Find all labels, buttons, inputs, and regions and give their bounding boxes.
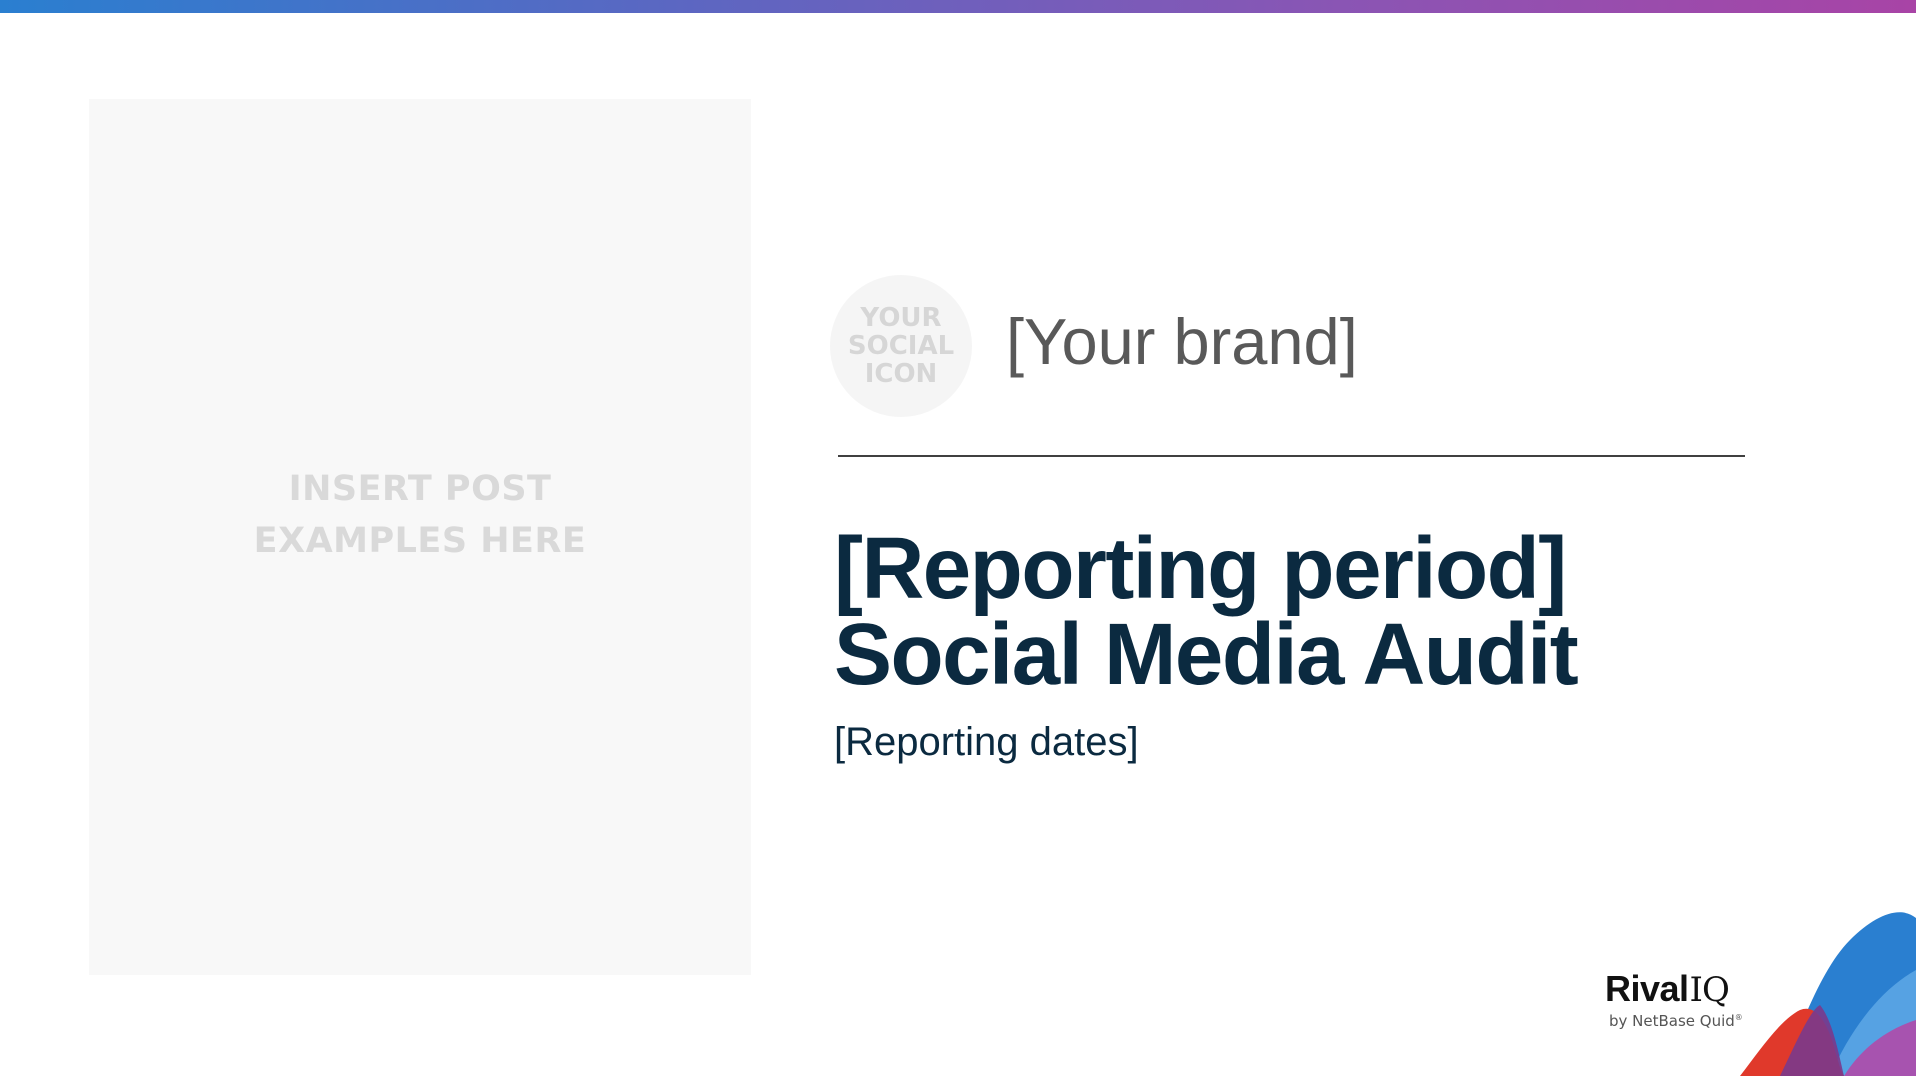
post-examples-placeholder[interactable]: INSERT POST EXAMPLES HERE bbox=[89, 99, 751, 975]
logo-iq-text: IQ bbox=[1689, 970, 1730, 1010]
report-title[interactable]: [Reporting period] Social Media Audit bbox=[834, 520, 1579, 703]
post-placeholder-line-1: INSERT POST bbox=[288, 469, 552, 509]
logo-rival-text: Rival bbox=[1605, 968, 1689, 1009]
social-icon-line-3: ICON bbox=[864, 359, 938, 389]
post-placeholder-text: INSERT POST EXAMPLES HERE bbox=[89, 463, 751, 567]
slide: INSERT POST EXAMPLES HERE YOUR SOCIAL IC… bbox=[0, 0, 1916, 1076]
report-title-line-1: [Reporting period] bbox=[834, 520, 1567, 617]
gradient-top-bar bbox=[0, 0, 1916, 13]
divider-line bbox=[838, 455, 1745, 457]
brand-name[interactable]: [Your brand] bbox=[1006, 304, 1358, 380]
report-title-line-2: Social Media Audit bbox=[834, 606, 1579, 703]
corner-wave-graphic bbox=[1740, 912, 1916, 1076]
social-icon-line-2: SOCIAL bbox=[847, 331, 955, 361]
social-icon-placeholder[interactable]: YOUR SOCIAL ICON bbox=[830, 275, 972, 417]
logo-tagline-text: by NetBase Quid bbox=[1609, 1012, 1735, 1030]
social-icon-text: YOUR SOCIAL ICON bbox=[841, 304, 961, 388]
social-icon-line-1: YOUR bbox=[860, 303, 942, 333]
post-placeholder-line-2: EXAMPLES HERE bbox=[253, 521, 587, 561]
reporting-dates[interactable]: [Reporting dates] bbox=[834, 718, 1139, 766]
